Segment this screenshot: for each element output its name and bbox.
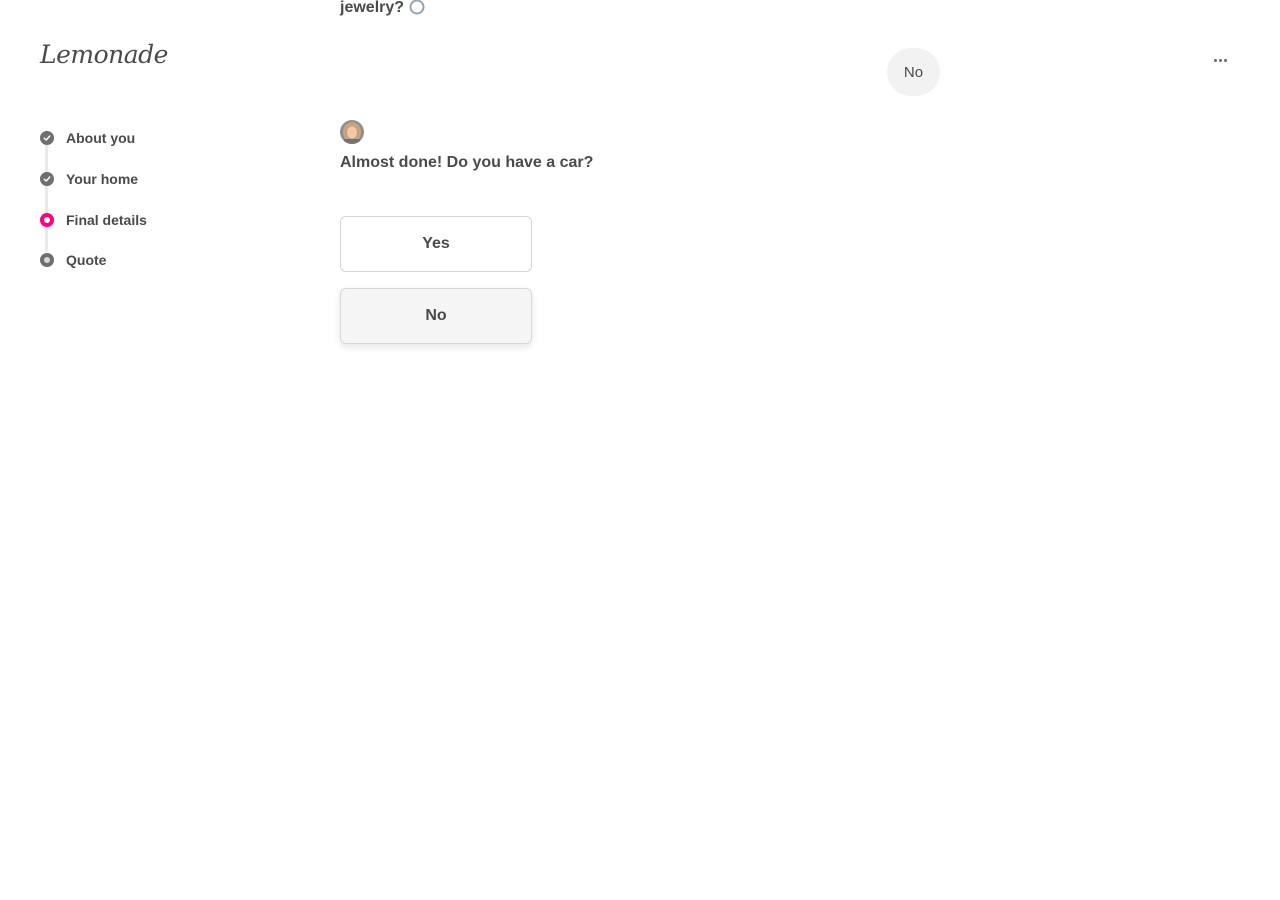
current-step-icon: [40, 212, 54, 227]
step-your-home[interactable]: Your home: [40, 159, 240, 200]
quote-chat-page: Lemonade About you Your home Final detai…: [0, 0, 1280, 900]
yes-button[interactable]: Yes: [340, 216, 532, 272]
step-label: Quote: [66, 252, 107, 269]
step-quote[interactable]: Quote: [40, 240, 240, 281]
upcoming-step-icon: [40, 253, 54, 268]
bot-question: Almost done! Do you have a car?: [340, 154, 594, 171]
no-button[interactable]: No: [340, 288, 532, 344]
lemonade-logo[interactable]: Lemonade: [40, 40, 168, 69]
bot-avatar: [340, 120, 364, 144]
step-about-you[interactable]: About you: [40, 118, 240, 159]
check-icon: [40, 131, 54, 146]
step-label: About you: [66, 130, 136, 147]
progress-steps: About you Your home Final details Quote: [40, 118, 240, 281]
previous-message-text: jewelry?: [340, 0, 405, 16]
step-final-details[interactable]: Final details: [40, 199, 240, 240]
ellipsis-icon[interactable]: [1207, 50, 1233, 70]
previous-bot-message: jewelry?: [340, 0, 428, 21]
step-label: Final details: [66, 211, 147, 228]
step-label: Your home: [66, 171, 139, 188]
ring-icon: [408, 0, 428, 21]
user-answer-bubble: No: [887, 48, 940, 96]
check-icon: [40, 172, 54, 187]
